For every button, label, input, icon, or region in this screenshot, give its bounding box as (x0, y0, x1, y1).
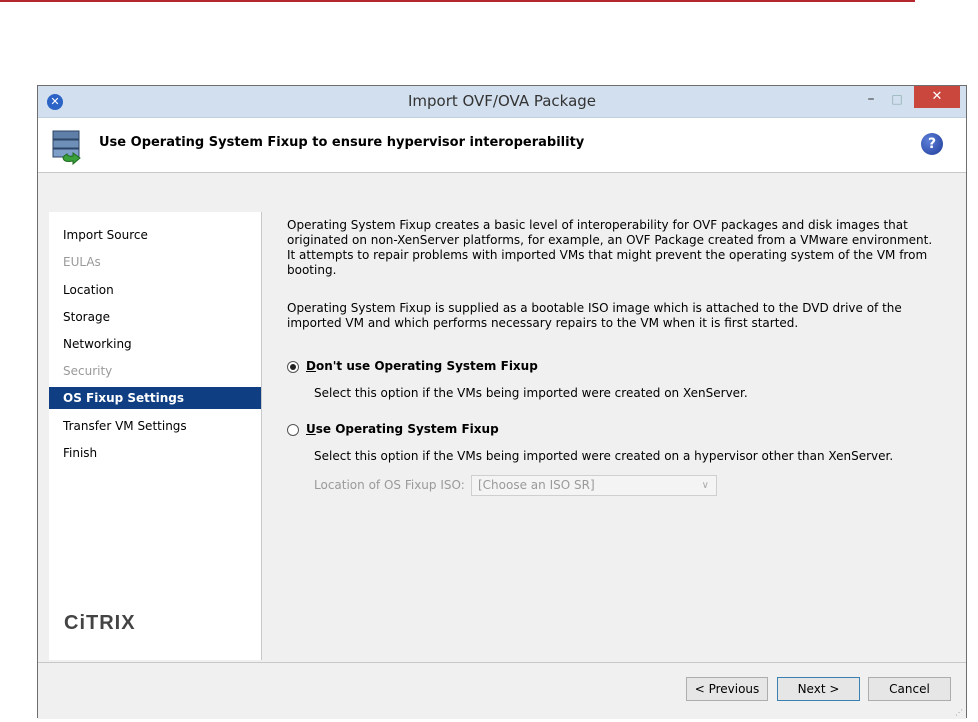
window-title: Import OVF/OVA Package (407, 92, 597, 110)
citrix-logo: CiTRIX (64, 612, 136, 634)
next-button[interactable]: Next > (777, 677, 860, 701)
iso-location-dropdown[interactable]: [Choose an ISO SR] ∨ (471, 475, 717, 496)
title-bar[interactable]: ✕ Import OVF/OVA Package – □ ✕ (38, 86, 966, 118)
import-wizard-window: ✕ Import OVF/OVA Package – □ ✕ Use Opera… (37, 85, 967, 719)
dont-use-fixup-radio[interactable] (287, 361, 299, 373)
wizard-steps-sidebar: Import Source EULAs Location Storage Net… (49, 212, 262, 660)
dont-use-fixup-description: Select this option if the VMs being impo… (314, 386, 748, 400)
cancel-button[interactable]: Cancel (868, 677, 951, 701)
wizard-header: Use Operating System Fixup to ensure hyp… (38, 118, 966, 173)
use-fixup-radio[interactable] (287, 424, 299, 436)
iso-location-value: [Choose an ISO SR] (478, 478, 595, 492)
help-icon[interactable]: ? (921, 133, 943, 155)
close-button[interactable]: ✕ (914, 86, 960, 108)
dont-use-fixup-label[interactable]: Don't use Operating System Fixup (306, 359, 538, 373)
step-storage[interactable]: Storage (49, 306, 261, 328)
os-fixup-panel: Operating System Fixup creates a basic l… (262, 212, 956, 660)
step-import-source[interactable]: Import Source (49, 224, 261, 246)
top-accent-rule (0, 0, 915, 2)
step-networking[interactable]: Networking (49, 333, 261, 355)
page-title: Use Operating System Fixup to ensure hyp… (99, 135, 585, 150)
step-transfer-vm-settings[interactable]: Transfer VM Settings (49, 415, 261, 437)
use-fixup-description: Select this option if the VMs being impo… (314, 449, 894, 463)
iso-paragraph: Operating System Fixup is supplied as a … (287, 301, 902, 330)
step-security: Security (63, 364, 113, 378)
use-fixup-label[interactable]: Use Operating System Fixup (306, 422, 499, 436)
chevron-down-icon: ∨ (701, 480, 709, 491)
package-import-icon (52, 130, 81, 165)
step-location[interactable]: Location (49, 279, 261, 301)
step-finish[interactable]: Finish (49, 442, 261, 464)
step-eulas: EULAs (63, 255, 101, 269)
minimize-button[interactable]: – (860, 88, 882, 110)
iso-location-label: Location of OS Fixup ISO: (314, 478, 465, 492)
resize-grip-icon[interactable]: ⋰ (955, 708, 963, 717)
maximize-button[interactable]: □ (886, 88, 908, 110)
step-os-fixup-settings[interactable]: OS Fixup Settings (49, 387, 261, 409)
intro-paragraph: Operating System Fixup creates a basic l… (287, 218, 933, 277)
previous-button[interactable]: < Previous (686, 677, 768, 701)
wizard-footer: < Previous Next > Cancel ⋰ (38, 662, 966, 719)
